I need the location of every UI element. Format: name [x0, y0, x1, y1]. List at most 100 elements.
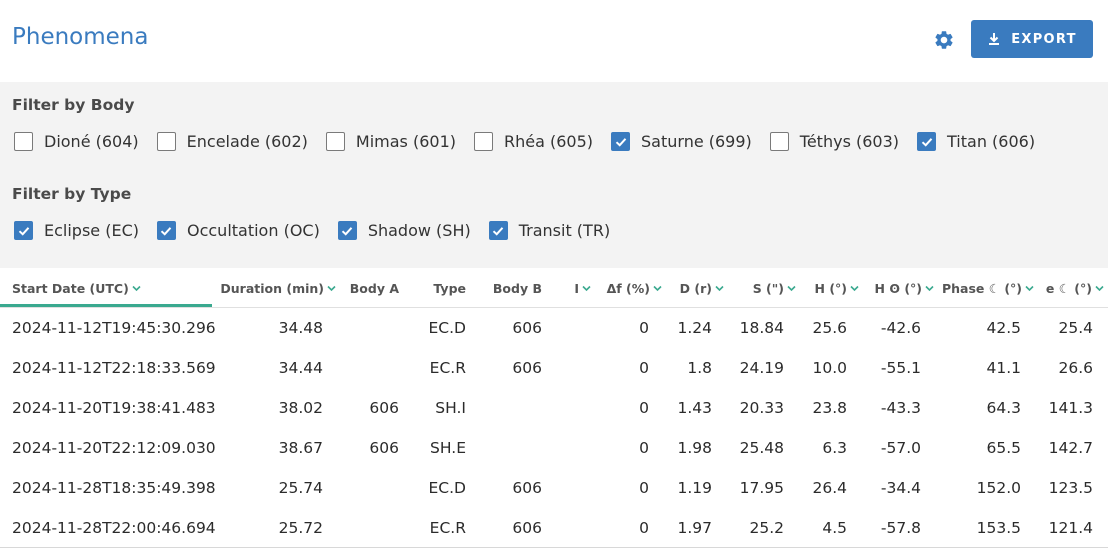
cell-d: 1.8 — [687, 359, 712, 377]
col-type-header[interactable]: Type — [433, 281, 466, 296]
cell-phase-moon: 41.1 — [986, 359, 1021, 377]
column-header-label: H ʘ (°) — [874, 281, 922, 296]
checkbox-checked[interactable] — [156, 221, 176, 240]
cell-d: 1.97 — [677, 519, 712, 537]
export-button[interactable]: EXPORT — [971, 20, 1093, 58]
sort-chevron-icon — [925, 285, 934, 292]
sort-chevron-icon — [787, 285, 796, 292]
table-row[interactable]: 2024-11-20T19:38:41.483 38.02 606 SH.I 0 1.43… — [0, 388, 1108, 428]
filter-shadow[interactable]: Shadow (SH) — [337, 221, 471, 240]
sort-chevron-icon — [1095, 285, 1104, 292]
page-title: Phenomena — [12, 24, 149, 50]
sort-chevron-icon — [132, 285, 141, 292]
col-body-a-header[interactable]: Body A — [350, 281, 399, 296]
filter-tethys[interactable]: Téthys (603) — [769, 132, 899, 151]
cell-type: EC.R — [429, 519, 466, 537]
col-delta-f-header[interactable]: Δf (%) — [607, 281, 662, 296]
checkbox-unchecked[interactable] — [474, 132, 493, 151]
download-icon — [989, 33, 1000, 45]
checkbox-checked[interactable] — [337, 221, 357, 240]
col-duration-header[interactable]: Duration (min) — [220, 281, 336, 296]
body-filter-list: Dioné (604) Encelade (602) Mimas (601) Rhéa… — [14, 132, 1053, 151]
checkbox-label: Transit (TR) — [518, 221, 611, 240]
sort-chevron-icon — [582, 285, 591, 292]
checkbox-checked[interactable] — [488, 221, 508, 240]
col-d-header[interactable]: D (r) — [680, 281, 724, 296]
cell-d: 1.43 — [677, 399, 712, 417]
cell-s: 18.84 — [739, 319, 784, 337]
cell-start-date: 2024-11-12T19:45:30.296 — [12, 319, 216, 337]
checkbox-label: Saturne (699) — [641, 132, 752, 151]
sort-chevron-icon — [327, 285, 336, 292]
column-header-label: D (r) — [679, 281, 712, 296]
cell-body-a: 606 — [369, 439, 399, 457]
col-s-header[interactable]: S (") — [753, 281, 796, 296]
filter-transit[interactable]: Transit (TR) — [488, 221, 611, 240]
filter-dione[interactable]: Dioné (604) — [14, 132, 139, 151]
checkbox-unchecked[interactable] — [14, 132, 33, 151]
cell-s: 25.2 — [749, 519, 784, 537]
filter-mimas[interactable]: Mimas (601) — [325, 132, 456, 151]
col-h-header[interactable]: H (°) — [815, 281, 860, 296]
divider — [0, 547, 1108, 548]
table-row[interactable]: 2024-11-20T22:12:09.030 38.67 606 SH.E 0 1.98… — [0, 428, 1108, 468]
col-e-moon-header[interactable]: e ☾ (°) — [1046, 281, 1104, 296]
col-h-sun-header[interactable]: H ʘ (°) — [875, 281, 934, 296]
cell-type: EC.D — [428, 479, 466, 497]
cell-start-date: 2024-11-28T18:35:49.398 — [12, 479, 216, 497]
column-header-label: I — [574, 281, 579, 296]
col-i-header[interactable]: I — [574, 281, 591, 296]
filter-saturne[interactable]: Saturne (699) — [611, 132, 752, 151]
checkbox-unchecked[interactable] — [769, 132, 789, 151]
cell-e-moon: 141.3 — [1048, 399, 1093, 417]
cell-start-date: 2024-11-20T22:12:09.030 — [12, 439, 216, 457]
table-row[interactable]: 2024-11-28T18:35:49.398 25.74 EC.D 606 0 1.19… — [0, 468, 1108, 508]
cell-duration: 34.44 — [278, 359, 323, 377]
cell-h-sun: -55.1 — [880, 359, 921, 377]
cell-phase-moon: 153.5 — [976, 519, 1021, 537]
col-body-b-header[interactable]: Body B — [493, 281, 542, 296]
cell-duration: 25.74 — [278, 479, 323, 497]
filter-rhea[interactable]: Rhéa (605) — [474, 132, 593, 151]
column-header-label: Body B — [492, 281, 542, 296]
sort-chevron-icon — [715, 285, 724, 292]
cell-type: SH.I — [435, 399, 466, 417]
checkbox-unchecked[interactable] — [156, 132, 176, 151]
cell-start-date: 2024-11-20T19:38:41.483 — [12, 399, 216, 417]
checkbox-checked[interactable] — [611, 132, 631, 151]
cell-phase-moon: 152.0 — [976, 479, 1021, 497]
column-header-label: Duration (min) — [220, 281, 324, 296]
checkbox-label: Shadow (SH) — [367, 221, 471, 240]
cell-type: SH.E — [430, 439, 466, 457]
checkbox-checked[interactable] — [917, 132, 937, 151]
table-row[interactable]: 2024-11-12T19:45:30.296 34.48 EC.D 606 0 1.24… — [0, 308, 1108, 348]
column-header-label: Start Date (UTC) — [12, 281, 129, 296]
cell-d: 1.24 — [677, 319, 712, 337]
table-row[interactable]: 2024-11-28T22:00:46.694 25.72 EC.R 606 0 1.97… — [0, 508, 1108, 548]
cell-h: 4.5 — [822, 519, 847, 537]
page-header: Phenomena EXPORT — [0, 0, 1108, 82]
table-header: Start Date (UTC) Duration (min) Body A Type… — [0, 268, 1108, 308]
checkbox-unchecked[interactable] — [325, 132, 345, 151]
checkbox-label: Rhéa (605) — [504, 132, 594, 151]
cell-s: 20.33 — [739, 399, 784, 417]
column-header-label: H (°) — [814, 281, 848, 296]
col-phase-moon-header[interactable]: Phase ☾ (°) — [942, 281, 1034, 296]
filter-encelade[interactable]: Encelade (602) — [156, 132, 308, 151]
col-start-date-header[interactable]: Start Date (UTC) — [12, 281, 141, 296]
cell-s: 25.48 — [739, 439, 784, 457]
checkbox-checked[interactable] — [14, 221, 33, 240]
filter-eclipse[interactable]: Eclipse (EC) — [14, 221, 139, 240]
type-filter-list: Eclipse (EC) Occultation (OC) Shadow (SH) T… — [14, 221, 628, 240]
filter-titan[interactable]: Titan (606) — [917, 132, 1035, 151]
cell-start-date: 2024-11-12T22:18:33.569 — [12, 359, 216, 377]
cell-duration: 38.02 — [278, 399, 323, 417]
cell-h: 26.4 — [812, 479, 847, 497]
cell-delta-f: 0 — [639, 319, 649, 337]
settings-gear-icon[interactable] — [933, 29, 955, 51]
cell-e-moon: 121.4 — [1048, 519, 1093, 537]
cell-delta-f: 0 — [639, 519, 649, 537]
filter-occultation[interactable]: Occultation (OC) — [156, 221, 320, 240]
table-row[interactable]: 2024-11-12T22:18:33.569 34.44 EC.R 606 0 1.8 2… — [0, 348, 1108, 388]
cell-body-b: 606 — [512, 359, 542, 377]
